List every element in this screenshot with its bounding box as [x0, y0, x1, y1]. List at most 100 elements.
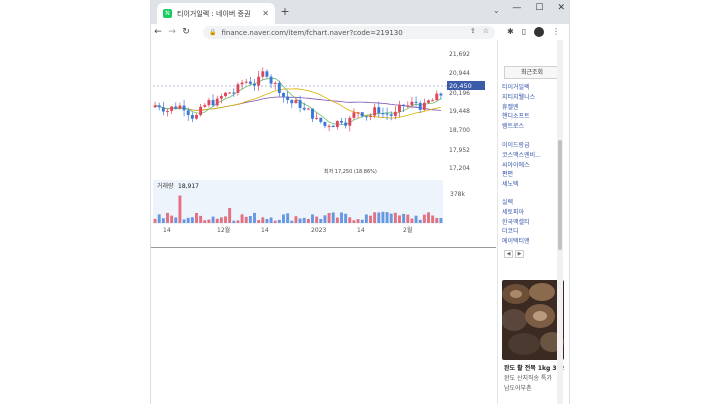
share-icon[interactable]: ⇪ — [470, 27, 476, 35]
volume-bar[interactable] — [203, 220, 207, 223]
volume-bar[interactable] — [265, 218, 269, 223]
volume-bar[interactable] — [348, 217, 352, 223]
recent-item[interactable]: 핸디소프트 — [502, 112, 535, 122]
maximize-button[interactable]: ☐ — [535, 3, 543, 13]
volume-bar[interactable] — [261, 217, 265, 223]
volume-bar[interactable] — [422, 214, 426, 223]
candle-body[interactable] — [377, 107, 381, 114]
volume-bar[interactable] — [364, 214, 368, 223]
candle-body[interactable] — [335, 120, 339, 128]
candle-body[interactable] — [224, 92, 227, 97]
volume-bar[interactable] — [294, 216, 298, 223]
candle-body[interactable] — [311, 108, 314, 119]
candle-body[interactable] — [406, 105, 410, 107]
volume-bar[interactable] — [228, 208, 232, 223]
volume-bar[interactable] — [232, 220, 236, 223]
volume-bar[interactable] — [211, 216, 215, 223]
volume-bar[interactable] — [427, 212, 430, 223]
recent-item[interactable]: 에이텍티앤 — [502, 237, 530, 247]
candle-body[interactable] — [373, 107, 377, 116]
volume-bar[interactable] — [157, 214, 161, 223]
forward-arrow-icon[interactable]: → — [165, 27, 179, 37]
volume-bar[interactable] — [174, 217, 178, 223]
candle-body[interactable] — [232, 92, 236, 94]
candle-body[interactable] — [261, 71, 265, 77]
volume-bar[interactable] — [153, 218, 157, 223]
volume-bar[interactable] — [257, 220, 261, 223]
tab-active[interactable]: N 티이거일렉 : 네이버 증권 ✕ — [157, 3, 275, 24]
candle-body[interactable] — [248, 81, 252, 84]
volume-bar[interactable] — [331, 212, 335, 223]
extensions-puzzle-icon[interactable]: ✱ — [507, 27, 514, 37]
recent-item[interactable]: 씨아이에스 — [502, 161, 541, 171]
candle-body[interactable] — [244, 81, 248, 83]
candle-body[interactable] — [398, 104, 401, 112]
volume-bar[interactable] — [335, 217, 339, 223]
volume-bar[interactable] — [389, 213, 393, 223]
ad-title[interactable]: 완도 활 전복 1kg 37,9 — [504, 364, 564, 374]
volume-bar[interactable] — [244, 216, 248, 223]
candle-body[interactable] — [410, 101, 414, 106]
candle-body[interactable] — [319, 117, 323, 122]
candle-body[interactable] — [369, 115, 372, 117]
volume-bar[interactable] — [323, 215, 327, 223]
candle-body[interactable] — [435, 93, 439, 101]
stock-chart[interactable]: 21,692 20,944 20,196 19,448 18,700 17,952 17,2… — [151, 40, 496, 255]
volume-bar[interactable] — [178, 195, 182, 223]
candle-body[interactable] — [414, 101, 418, 103]
volume-bar[interactable] — [277, 219, 281, 223]
candle-body[interactable] — [427, 100, 430, 103]
recent-item[interactable]: 더코디 — [502, 227, 530, 237]
volume-bar[interactable] — [207, 219, 211, 223]
volume-bar[interactable] — [418, 219, 422, 223]
recent-item[interactable]: 편편 — [502, 170, 541, 180]
panel-scroll-thumb[interactable] — [558, 140, 562, 250]
candle-body[interactable] — [203, 105, 207, 107]
volume-bar[interactable] — [414, 215, 418, 223]
ad-seller[interactable]: 남도어부촌 — [504, 384, 564, 394]
volume-bar[interactable] — [161, 218, 165, 223]
candle-body[interactable] — [228, 92, 232, 94]
volume-bar[interactable] — [439, 217, 443, 223]
candle-body[interactable] — [327, 125, 331, 127]
candle-body[interactable] — [298, 100, 302, 108]
candle-body[interactable] — [294, 100, 298, 104]
recent-view-title[interactable]: 최근조회 — [504, 66, 560, 79]
recent-item[interactable]: 실렉 — [502, 198, 530, 208]
volume-bar[interactable] — [219, 217, 223, 223]
candle-body[interactable] — [236, 84, 240, 93]
candle-body[interactable] — [340, 120, 343, 123]
recent-item[interactable]: 휴젤엔 — [502, 103, 535, 113]
candle-body[interactable] — [195, 115, 198, 119]
candle-body[interactable] — [273, 82, 277, 84]
volume-bar[interactable] — [369, 215, 372, 223]
candle-body[interactable] — [393, 111, 397, 116]
next-page-button[interactable]: ▶ — [515, 250, 524, 258]
candle-body[interactable] — [269, 76, 273, 84]
candle-body[interactable] — [381, 113, 385, 115]
candle-body[interactable] — [389, 114, 393, 116]
volume-bar[interactable] — [356, 219, 360, 223]
volume-bar[interactable] — [215, 218, 219, 223]
menu-kebab-icon[interactable]: ⋮ — [552, 27, 560, 37]
volume-bar[interactable] — [282, 214, 285, 223]
volume-bar[interactable] — [406, 214, 410, 223]
candle-body[interactable] — [418, 102, 422, 110]
volume-bar[interactable] — [273, 220, 277, 223]
candle-body[interactable] — [352, 112, 356, 118]
profile-avatar[interactable] — [534, 27, 545, 37]
back-arrow-icon[interactable]: ← — [151, 27, 165, 37]
candle-body[interactable] — [302, 107, 306, 110]
candle-body[interactable] — [211, 100, 215, 106]
candle-body[interactable] — [166, 110, 169, 112]
volume-bar[interactable] — [435, 217, 439, 223]
volume-bar[interactable] — [248, 216, 252, 223]
candle-body[interactable] — [174, 106, 178, 109]
candle-body[interactable] — [286, 96, 290, 100]
volume-bar[interactable] — [240, 214, 244, 223]
recent-item[interactable]: 렘트로스 — [502, 122, 535, 132]
recent-item[interactable]: 한국액셀티 — [502, 218, 530, 228]
candle-body[interactable] — [182, 105, 186, 111]
reload-icon[interactable]: ↻ — [179, 27, 193, 37]
candle-body[interactable] — [290, 99, 294, 104]
